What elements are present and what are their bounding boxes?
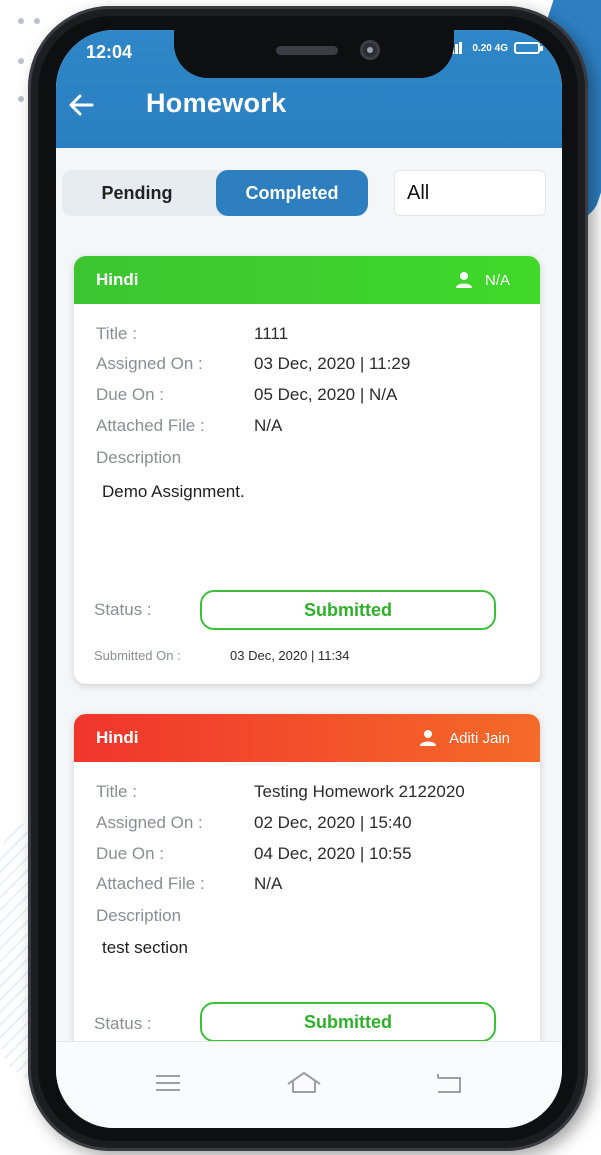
- submitted-on-label: Submitted On :: [94, 648, 181, 663]
- title-label: Title :: [96, 324, 137, 343]
- card-subject: Hindi: [96, 728, 139, 747]
- card-person: Aditi Jain: [419, 729, 510, 747]
- attached-file-value: N/A: [254, 874, 283, 893]
- status-time: 12:04: [86, 42, 133, 62]
- card-header: Hindi N/A: [74, 256, 540, 304]
- status-label: Status :: [94, 1014, 152, 1033]
- due-on-label: Due On :: [96, 385, 165, 404]
- system-nav-bar: [56, 1041, 562, 1128]
- camera-icon: [360, 40, 380, 60]
- back-arrow-icon[interactable]: [66, 90, 96, 120]
- attached-file-value: N/A: [254, 416, 283, 435]
- speaker: [276, 46, 338, 55]
- filter-dropdown[interactable]: All: [394, 170, 546, 216]
- title-value: 1111: [254, 324, 289, 343]
- attached-file-label: Attached File :: [96, 416, 205, 435]
- description-text: test section: [102, 938, 188, 957]
- tab-pending[interactable]: Pending: [62, 170, 212, 216]
- status-label: Status :: [94, 600, 152, 619]
- status-badge: Submitted: [200, 1002, 496, 1042]
- menu-icon[interactable]: [148, 1068, 188, 1098]
- homework-card[interactable]: Hindi Aditi Jain Title : Testing Homewor…: [74, 714, 540, 1054]
- tab-completed[interactable]: Completed: [216, 170, 368, 216]
- person-icon: [420, 730, 437, 746]
- battery-icon: [514, 42, 543, 54]
- card-header: Hindi Aditi Jain: [74, 714, 540, 762]
- title-label: Title :: [96, 782, 137, 801]
- description-label: Description: [96, 906, 182, 925]
- assigned-on-value: 03 Dec, 2020 | 11:29: [254, 354, 411, 373]
- status-indicators: 0.20 4G: [447, 42, 543, 54]
- person-name: N/A: [484, 271, 510, 289]
- title-value: Testing Homework 2122020: [254, 782, 465, 801]
- status-badge: Submitted: [200, 590, 496, 630]
- submitted-on-value: 03 Dec, 2020 | 11:34: [230, 648, 350, 663]
- page-title: Homework: [146, 88, 287, 118]
- card-subject: Hindi: [96, 270, 139, 289]
- attached-file-label: Attached File :: [96, 874, 205, 893]
- home-icon[interactable]: [284, 1068, 324, 1098]
- back-icon[interactable]: [428, 1068, 468, 1098]
- network-info: 0.20 4G: [472, 42, 508, 54]
- card-person: N/A: [455, 271, 510, 289]
- assigned-on-label: Assigned On :: [96, 354, 203, 373]
- due-on-value: 05 Dec, 2020 | N/A: [254, 385, 398, 404]
- assigned-on-value: 02 Dec, 2020 | 15:40: [254, 813, 412, 832]
- due-on-value: 04 Dec, 2020 | 10:55: [254, 844, 412, 863]
- description-label: Description: [96, 448, 182, 467]
- person-icon: [455, 272, 472, 288]
- homework-card[interactable]: Hindi N/A Title : 1111 Assigned On : 03 …: [74, 256, 540, 684]
- status-tabs: Pending Completed: [62, 170, 368, 216]
- app-screen: 12:04 0.20 4G Homework Pending Completed…: [56, 30, 562, 1128]
- person-name: Aditi Jain: [449, 729, 510, 747]
- description-text: Demo Assignment.: [102, 482, 245, 501]
- due-on-label: Due On :: [96, 844, 165, 863]
- assigned-on-label: Assigned On :: [96, 813, 203, 832]
- phone-notch: [174, 30, 454, 78]
